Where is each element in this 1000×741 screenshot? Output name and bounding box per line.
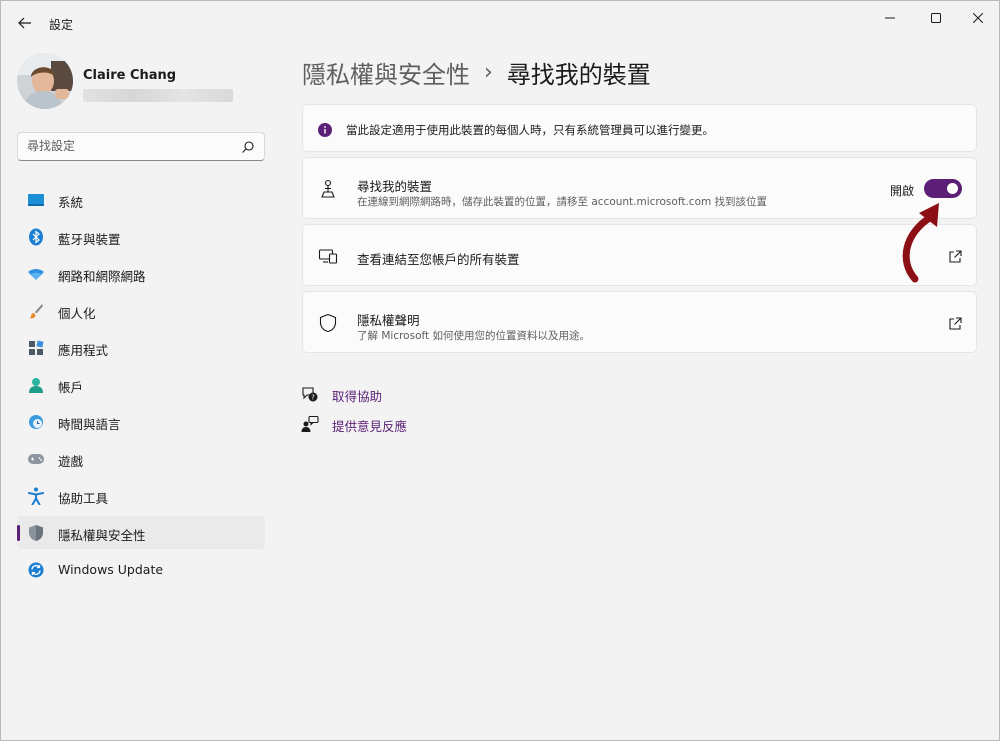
sidebar-item-label: 應用程式 <box>58 343 109 358</box>
sidebar-item-accessibility[interactable]: 協助工具 <box>17 479 265 512</box>
svg-text:?: ? <box>311 394 315 402</box>
external-link-icon <box>948 316 962 330</box>
bluetooth-icon <box>27 228 45 246</box>
user-profile[interactable]: Claire Chang <box>17 53 277 111</box>
find-my-device-toggle[interactable] <box>924 179 962 198</box>
info-icon <box>318 122 332 137</box>
account-icon <box>27 376 45 394</box>
gamepad-icon <box>27 450 45 468</box>
sidebar-item-time-language[interactable]: 時間與語言 <box>17 405 265 438</box>
find-my-device-card: 尋找我的裝置 在連線到網際網路時，儲存此裝置的位置，請移至 account.mi… <box>302 157 977 219</box>
toggle-state-label: 開啟 <box>889 184 914 198</box>
user-name: Claire Chang <box>83 68 177 83</box>
search-box[interactable] <box>17 132 265 161</box>
windows-update-icon <box>27 561 45 579</box>
sidebar-item-windows-update[interactable]: Windows Update <box>17 553 265 586</box>
sidebar-item-gaming[interactable]: 遊戲 <box>17 442 265 475</box>
close-icon <box>973 13 983 23</box>
sidebar-item-privacy-security[interactable]: 隱私權與安全性 <box>17 516 265 549</box>
shield-outline-icon <box>318 313 338 333</box>
wifi-icon <box>27 265 45 283</box>
sidebar-item-label: 時間與語言 <box>58 417 121 432</box>
sidebar-item-label: 帳戶 <box>58 380 84 395</box>
toggle-knob <box>947 183 958 194</box>
sidebar-item-label: Windows Update <box>58 562 164 577</box>
privacy-statement-card[interactable]: 隱私權聲明 了解 Microsoft 如何使用您的位置資料以及用途。 <box>302 291 977 353</box>
privacy-statement-title: 隱私權聲明 <box>357 313 420 328</box>
annotation-arrow-icon <box>891 199 951 285</box>
sidebar-item-label: 遊戲 <box>58 454 84 469</box>
time-language-icon <box>27 413 45 431</box>
page-title: 尋找我的裝置 <box>506 60 651 89</box>
avatar <box>17 53 73 109</box>
linked-devices-title: 查看連結至您帳戶的所有裝置 <box>357 252 520 267</box>
location-person-icon <box>318 179 338 199</box>
system-icon <box>27 191 45 209</box>
search-icon[interactable] <box>241 139 255 153</box>
sidebar-item-accounts[interactable]: 帳戶 <box>17 368 265 401</box>
maximize-icon <box>931 13 941 23</box>
shield-icon <box>27 524 45 542</box>
sidebar-item-label: 藍牙與裝置 <box>58 232 121 247</box>
feedback-label: 提供意見反應 <box>332 419 408 434</box>
user-email-redacted <box>83 89 233 102</box>
minimize-button[interactable] <box>867 5 913 31</box>
sidebar-item-personalization[interactable]: 個人化 <box>17 294 265 327</box>
help-chat-icon: ? <box>301 385 319 403</box>
sidebar-item-system[interactable]: 系統 <box>17 183 265 216</box>
find-my-device-title: 尋找我的裝置 <box>357 179 433 194</box>
settings-window: 設定 Claire Chang 尋找設定 系統 藍牙與裝置 網路和網際網路 個人… <box>0 0 1000 741</box>
get-help-label: 取得協助 <box>332 389 383 404</box>
find-my-device-description: 在連線到網際網路時，儲存此裝置的位置，請移至 account.microsoft… <box>357 196 768 208</box>
admin-info-banner: 當此設定適用于使用此裝置的每個人時，只有系統管理員可以進行變更。 <box>302 104 977 152</box>
accessibility-icon <box>27 487 45 505</box>
minimize-icon <box>885 17 895 19</box>
sidebar-item-network[interactable]: 網路和網際網路 <box>17 257 265 290</box>
maximize-button[interactable] <box>913 5 959 31</box>
breadcrumb: 隱私權與安全性 › 尋找我的裝置 <box>302 55 651 89</box>
title-bar: 設定 <box>1 1 999 45</box>
sidebar-item-label: 協助工具 <box>58 491 109 506</box>
breadcrumb-parent[interactable]: 隱私權與安全性 <box>302 55 470 90</box>
search-input[interactable] <box>27 139 227 153</box>
apps-icon <box>27 339 45 357</box>
info-banner-text: 當此設定適用于使用此裝置的每個人時，只有系統管理員可以進行變更。 <box>346 123 714 137</box>
sidebar-item-bluetooth-devices[interactable]: 藍牙與裝置 <box>17 220 265 253</box>
sidebar-item-label: 隱私權與安全性 <box>58 528 146 543</box>
sidebar-nav: 系統 藍牙與裝置 網路和網際網路 個人化 應用程式 帳戶 時間與語言 遊戲 協助… <box>17 183 265 590</box>
brush-icon <box>27 302 45 320</box>
app-title: 設定 <box>49 18 74 32</box>
sidebar-item-label: 網路和網際網路 <box>58 269 146 284</box>
sidebar-item-label: 個人化 <box>58 306 96 321</box>
linked-devices-card[interactable]: 查看連結至您帳戶的所有裝置 <box>302 224 977 286</box>
privacy-statement-description: 了解 Microsoft 如何使用您的位置資料以及用途。 <box>357 330 590 342</box>
close-button[interactable] <box>955 5 999 31</box>
sidebar-item-apps[interactable]: 應用程式 <box>17 331 265 364</box>
devices-icon <box>318 246 338 266</box>
sidebar-item-label: 系統 <box>58 195 84 210</box>
feedback-icon <box>301 415 319 433</box>
back-arrow-icon <box>18 17 31 29</box>
back-button[interactable] <box>11 10 39 36</box>
breadcrumb-separator: › <box>484 59 493 85</box>
